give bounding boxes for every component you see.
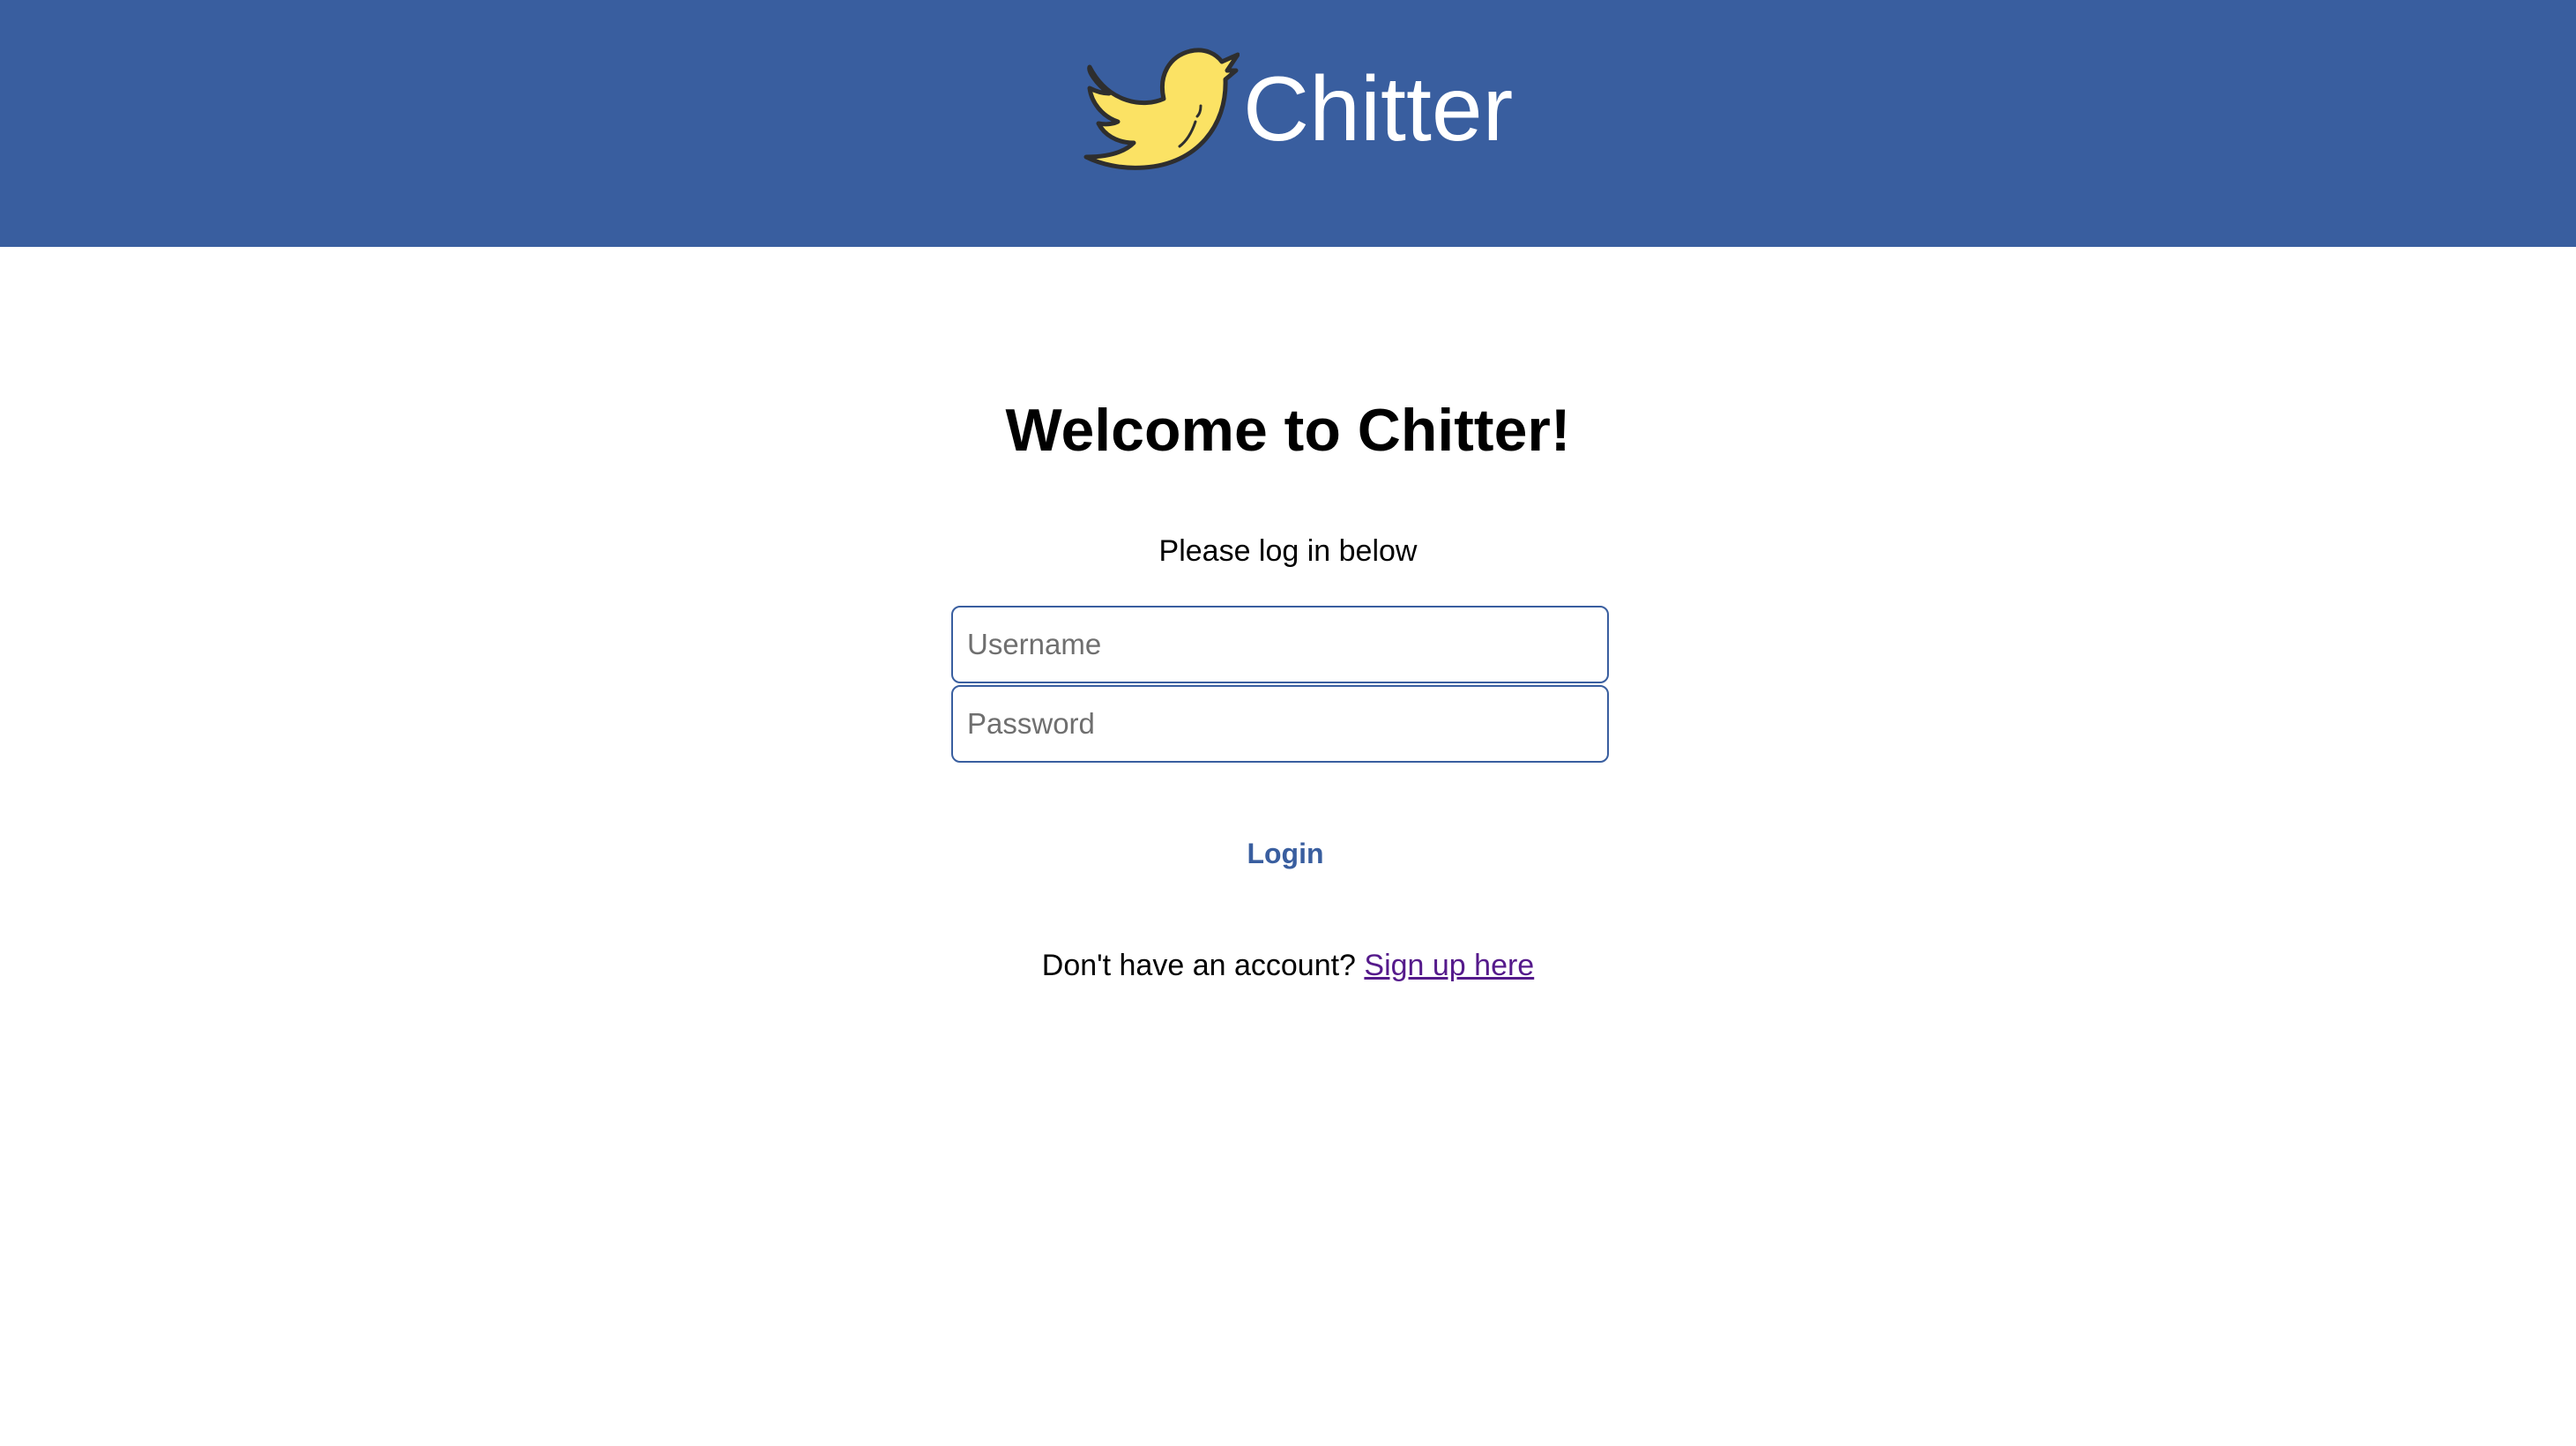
bird-icon [1083,41,1240,173]
signup-prompt: Don't have an account? Sign up here [0,949,2576,983]
signup-link[interactable]: Sign up here [1364,949,1534,982]
password-input[interactable] [951,685,1609,763]
brand-name: Chitter [1243,58,1514,160]
username-input[interactable] [951,606,1609,683]
signup-prompt-text: Don't have an account? [1041,949,1365,982]
login-instructions: Please log in below [1158,534,1418,568]
site-header: Chitter [0,0,2576,247]
login-page: Welcome to Chitter! Please log in below … [0,247,2576,1446]
page-title: Welcome to Chitter! [1005,397,1571,464]
login-button[interactable]: Login [1222,829,1349,878]
brand[interactable]: Chitter [1083,41,1513,173]
